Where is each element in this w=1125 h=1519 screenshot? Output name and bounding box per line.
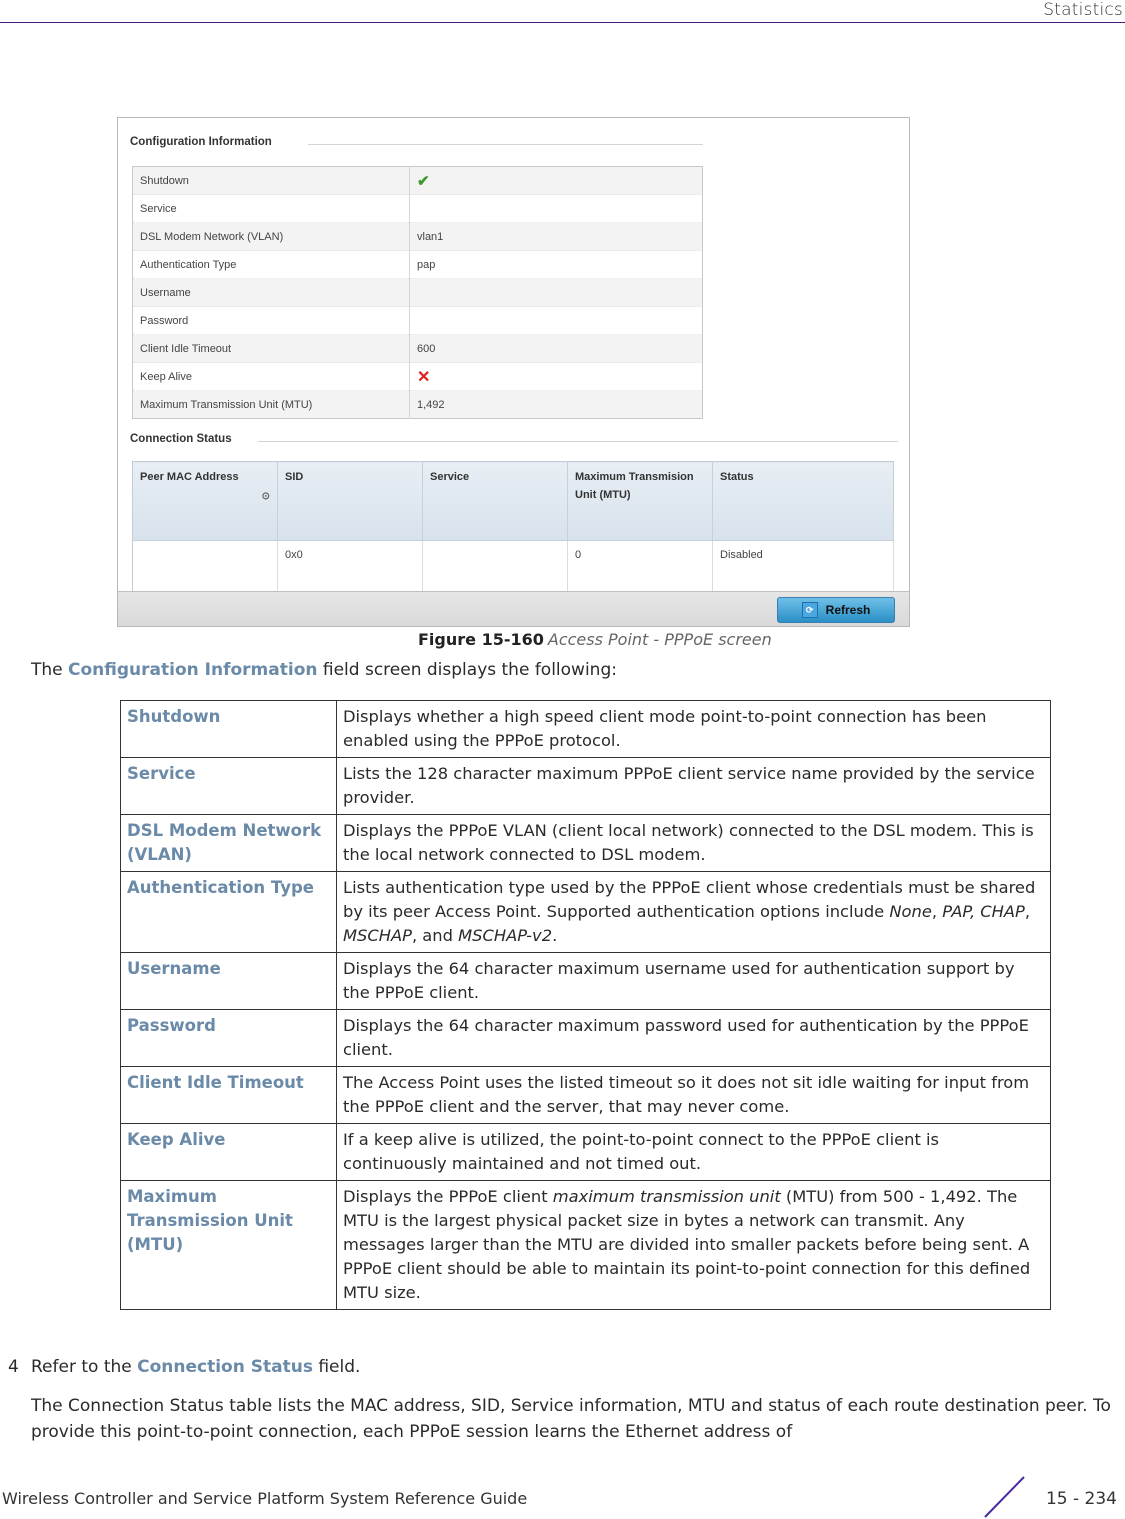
page-number: 15 - 234 [1045, 1489, 1117, 1509]
section-divider [308, 144, 703, 145]
column-header-mtu[interactable]: Maximum Transmision Unit (MTU) [567, 461, 713, 541]
config-info-table: Shutdown ✔ Service DSL Modem Network (VLA… [132, 166, 703, 419]
config-row-idle-timeout: Client Idle Timeout 600 [132, 334, 703, 363]
description-row: Service Lists the 128 character maximum P… [120, 757, 1051, 815]
connection-status-table: Peer MAC Address ⊙ SID Service Maximum Tr… [132, 461, 894, 600]
description-row: Maximum Transmission Unit (MTU) Displays… [120, 1180, 1051, 1310]
config-row-keep-alive: Keep Alive ✕ [132, 362, 703, 391]
refresh-button[interactable]: ⟳ Refresh [777, 597, 895, 623]
column-header-service[interactable]: Service [422, 461, 568, 541]
figure-number: Figure 15-160 [418, 630, 544, 649]
description-row: Client Idle Timeout The Access Point uses… [120, 1066, 1051, 1124]
config-row-password: Password [132, 306, 703, 335]
section-title: Statistics [1043, 0, 1123, 20]
check-icon: ✔ [417, 172, 430, 190]
description-row: Password Displays the 64 character maximu… [120, 1009, 1051, 1067]
header-rule [0, 22, 1125, 23]
sort-ascending-icon[interactable]: ⊙ [140, 488, 270, 506]
refresh-icon: ⟳ [801, 602, 818, 618]
config-row-username: Username [132, 278, 703, 307]
config-row-mtu: Maximum Transmission Unit (MTU) 1,492 [132, 390, 703, 419]
table-row[interactable]: 0x0 0 Disabled [132, 540, 894, 569]
guide-title: Wireless Controller and Service Platform… [2, 1489, 528, 1508]
config-row-service: Service [132, 194, 703, 223]
intro-text: The Configuration Information field scre… [31, 660, 617, 680]
figure-title: Access Point - PPPoE screen [547, 630, 772, 649]
step-4: 4 Refer to the Connection Status field. [8, 1357, 361, 1377]
config-row-shutdown: Shutdown ✔ [132, 166, 703, 195]
body-paragraph: The Connection Status table lists the MA… [31, 1396, 1111, 1442]
figure-caption: Figure 15-160 Access Point - PPPoE screen [418, 630, 772, 649]
config-row-vlan: DSL Modem Network (VLAN) vlan1 [132, 222, 703, 251]
x-icon: ✕ [417, 368, 431, 386]
description-row: Authentication Type Lists authentication… [120, 871, 1051, 953]
pppoe-screenshot-figure: Configuration Information Shutdown ✔ Serv… [117, 117, 910, 627]
description-row: Username Displays the 64 character maximu… [120, 952, 1051, 1010]
description-row: DSL Modem Network (VLAN) Displays the PPP… [120, 814, 1051, 872]
config-row-auth-type: Authentication Type pap [132, 250, 703, 279]
column-header-sid[interactable]: SID [277, 461, 423, 541]
footer-slash-decoration [984, 1476, 1025, 1518]
section-divider [258, 441, 898, 442]
highlight-term: Configuration Information [68, 660, 318, 680]
description-row: Keep Alive If a keep alive is utilized, t… [120, 1123, 1051, 1181]
column-header-peer-mac[interactable]: Peer MAC Address ⊙ [132, 461, 278, 541]
figure-button-bar: ⟳ Refresh [118, 591, 909, 626]
status-section-title: Connection Status [130, 433, 232, 445]
column-header-status[interactable]: Status [712, 461, 894, 541]
highlight-term: Connection Status [137, 1357, 313, 1377]
config-section-title: Configuration Information [130, 136, 272, 148]
field-description-table: Shutdown Displays whether a high speed cl… [120, 700, 1051, 1310]
description-row: Shutdown Displays whether a high speed cl… [120, 700, 1051, 758]
